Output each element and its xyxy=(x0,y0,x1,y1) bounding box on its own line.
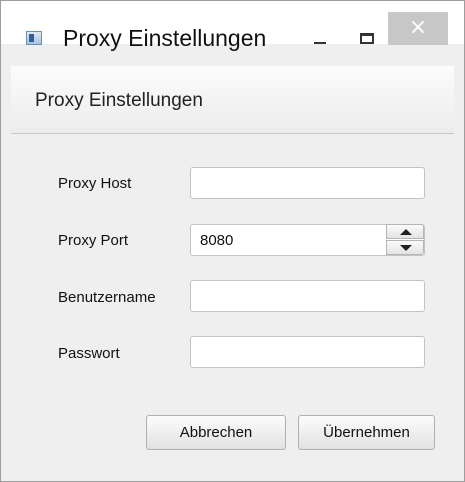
password-input[interactable] xyxy=(190,336,425,368)
dialog-header: Proxy Einstellungen xyxy=(11,66,454,134)
maximize-button[interactable] xyxy=(360,33,374,44)
window-title: Proxy Einstellungen xyxy=(63,25,267,51)
header-title: Proxy Einstellungen xyxy=(35,90,203,111)
title-bar[interactable]: Proxy Einstellungen × xyxy=(1,1,464,51)
minimize-button[interactable] xyxy=(311,29,331,44)
proxy-host-input[interactable] xyxy=(190,167,425,199)
close-button[interactable]: × xyxy=(388,12,448,45)
proxy-port-label: Proxy Port xyxy=(58,232,129,249)
apply-button[interactable]: Übernehmen xyxy=(298,415,435,450)
spinner-increment-button[interactable] xyxy=(386,224,424,239)
close-icon: × xyxy=(408,15,428,40)
app-window-icon xyxy=(26,31,42,45)
proxy-host-label: Proxy Host xyxy=(58,175,132,192)
spinner-decrement-button[interactable] xyxy=(386,240,424,255)
password-label: Passwort xyxy=(58,345,120,362)
proxy-settings-window: Proxy Einstellungen × Proxy Einstellunge… xyxy=(0,0,465,482)
cancel-button[interactable]: Abbrechen xyxy=(146,415,286,450)
triangle-down-icon xyxy=(400,245,412,251)
username-input[interactable] xyxy=(190,280,425,312)
port-spinner xyxy=(386,224,424,255)
triangle-up-icon xyxy=(400,229,412,235)
username-label: Benutzername xyxy=(58,289,156,306)
